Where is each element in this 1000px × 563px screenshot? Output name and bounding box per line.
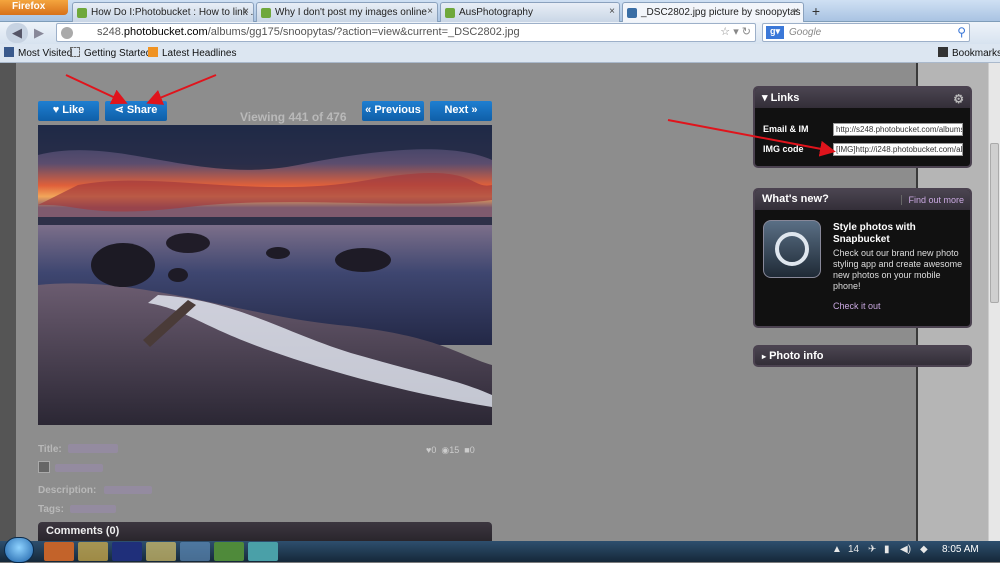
annotation-arrow-left <box>65 74 128 105</box>
url-bar-tools: ☆ ▾ ↻ <box>720 25 751 38</box>
page-content: ♥ Like ⋖ Share Viewing 441 of 476 « Prev… <box>0 63 990 541</box>
annotation-arrows <box>65 74 836 157</box>
site-identity-icon <box>61 27 73 39</box>
tab-title: _DSC2802.jpg picture by snoopytas - ... <box>641 7 804 18</box>
bookmark-label: Getting Started <box>84 48 152 59</box>
search-bar[interactable]: g▾ Google ⚲ <box>762 23 970 42</box>
back-button[interactable]: ◀ <box>6 23 28 43</box>
taskbar-firefox-button[interactable] <box>44 542 74 561</box>
rss-feed-icon <box>148 47 158 57</box>
start-button[interactable] <box>4 537 34 563</box>
tray-network-icon[interactable]: ▮ <box>884 544 890 555</box>
search-icon[interactable]: ⚲ <box>957 25 966 39</box>
search-placeholder: Google <box>789 27 822 38</box>
tray-number: 14 <box>848 544 860 555</box>
tab-bar: Firefox How Do I:Photobucket : How to li… <box>0 0 1000 22</box>
reload-icon[interactable]: ↻ <box>742 26 751 38</box>
windows-taskbar: ▲ 14 ✈ ▮ ◀) ◆ 8:05 AM <box>0 537 1000 563</box>
firefox-menu-button[interactable]: Firefox <box>0 0 68 15</box>
url-bar[interactable]: s248.photobucket.com/albums/gg175/snoopy… <box>56 23 756 42</box>
close-tab-icon[interactable]: × <box>427 6 433 17</box>
back-arrow-icon: ◀ <box>12 25 22 40</box>
taskbar-clock[interactable]: 8:05 AM <box>942 544 979 555</box>
taskbar-app2-button[interactable] <box>214 542 244 561</box>
url-prefix: s248. <box>97 26 124 38</box>
tray-dropbox-icon[interactable]: ◆ <box>920 544 928 555</box>
leaf-favicon-icon <box>261 8 271 18</box>
url-path: /albums/gg175/snoopytas/?action=view&cur… <box>207 26 520 38</box>
tab-title: AusPhotography <box>459 7 533 18</box>
close-tab-icon[interactable]: × <box>793 6 799 17</box>
tab-ausphotography[interactable]: AusPhotography × <box>440 2 620 22</box>
taskbar-folder-button[interactable] <box>78 542 108 561</box>
bookmark-star-icon[interactable]: ☆ <box>720 26 730 38</box>
tab-title: Why I don't post my images online <box>275 7 427 18</box>
navigation-toolbar: ◀ ▶ s248.photobucket.com/albums/gg175/sn… <box>0 22 1000 44</box>
leaf-favicon-icon <box>77 8 87 18</box>
bookmark-label: Latest Headlines <box>162 48 237 59</box>
star-icon <box>938 47 948 57</box>
tab-title: How Do I:Photobucket : How to link ... <box>91 7 254 18</box>
dropdown-arrow-icon[interactable]: ▾ <box>733 26 739 38</box>
close-tab-icon[interactable]: × <box>609 6 615 17</box>
bookmark-label: Bookmarks <box>952 48 1000 59</box>
page-icon <box>70 47 80 57</box>
photobucket-favicon-icon <box>627 8 637 18</box>
tray-show-hidden-icon[interactable]: ▲ <box>832 544 842 555</box>
close-tab-icon[interactable]: × <box>243 6 249 17</box>
tray-pin-icon[interactable]: ✈ <box>868 544 876 555</box>
taskbar-photoshop-button[interactable] <box>112 542 142 561</box>
new-tab-button[interactable]: + <box>806 3 826 21</box>
annotation-arrow-right <box>146 74 217 105</box>
google-icon[interactable]: g▾ <box>766 26 784 39</box>
tray-volume-icon[interactable]: ◀) <box>900 544 911 555</box>
bookmarks-toolbar: Most Visited Getting Started Latest Head… <box>0 44 1000 63</box>
tab-dsc2802[interactable]: _DSC2802.jpg picture by snoopytas - ... … <box>622 2 804 22</box>
bookmark-latest-headlines[interactable]: Latest Headlines <box>148 47 237 59</box>
taskbar-explorer-button[interactable] <box>146 542 176 561</box>
leaf-favicon-icon <box>445 8 455 18</box>
bookmark-getting-started[interactable]: Getting Started <box>70 47 151 59</box>
forward-arrow-icon: ▶ <box>34 25 44 40</box>
taskbar-app3-button[interactable] <box>248 542 278 561</box>
bookmark-folder-icon <box>4 47 14 57</box>
page-scrollbar[interactable] <box>988 63 1000 541</box>
url-host: photobucket.com <box>123 26 208 38</box>
tab-why-i-dont-post[interactable]: Why I don't post my images online × <box>256 2 438 22</box>
annotation-arrow-img-code <box>667 119 836 157</box>
tab-photobucket-help[interactable]: How Do I:Photobucket : How to link ... × <box>72 2 254 22</box>
bookmarks-menu-button[interactable]: Bookmarks <box>938 47 1000 59</box>
bookmark-label: Most Visited <box>18 48 73 59</box>
taskbar-app-button[interactable] <box>180 542 210 561</box>
scrollbar-thumb[interactable] <box>990 143 999 303</box>
bookmark-most-visited[interactable]: Most Visited <box>4 47 72 59</box>
forward-button[interactable]: ▶ <box>30 23 48 43</box>
